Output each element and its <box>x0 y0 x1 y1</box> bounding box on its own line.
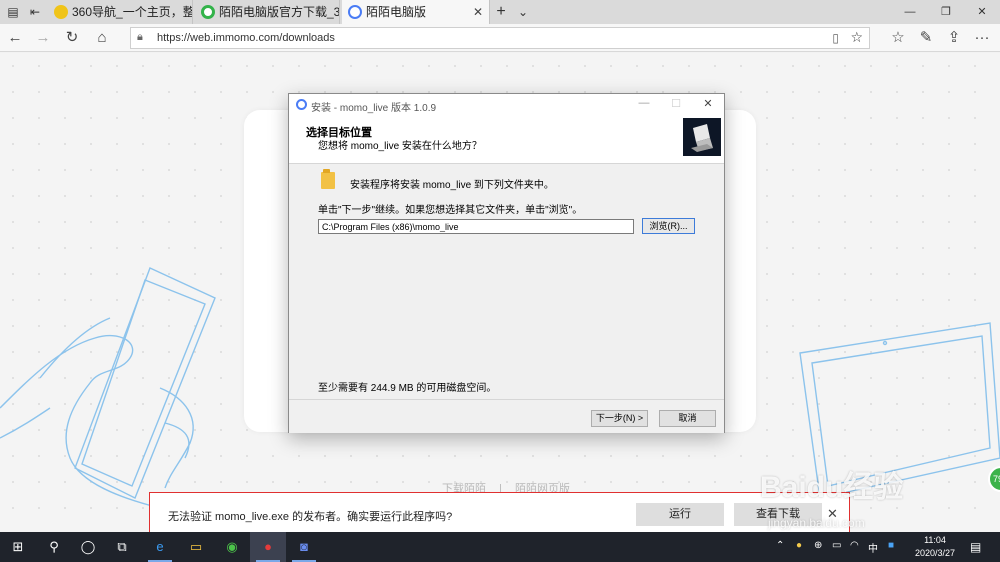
cortana-icon[interactable]: ◯ <box>70 532 106 562</box>
back-arrow-icon[interactable]: ← <box>5 28 25 48</box>
chevron-down-icon[interactable]: ⌄ <box>514 3 532 21</box>
task-view-icon[interactable]: ⧉ <box>104 532 140 562</box>
tab-label: 陌陌电脑版 <box>366 5 427 19</box>
download-notification-bar: 无法验证 momo_live.exe 的发布者。确实要运行此程序吗? 运行 查看… <box>149 492 850 535</box>
next-button[interactable]: 下一步(N) > <box>591 410 648 427</box>
qq-icon[interactable]: ■ <box>888 540 894 551</box>
installer-title: 安装 - momo_live 版本 1.0.9 <box>311 103 437 114</box>
web-note-pen-icon[interactable]: ✎ <box>916 28 936 48</box>
ime-indicator[interactable]: 中 <box>868 540 878 555</box>
360search-favicon-icon <box>201 5 215 19</box>
tab-label: 360导航_一个主页，整个世 <box>72 5 193 19</box>
plus-icon[interactable]: + <box>492 3 510 21</box>
share-icon[interactable]: ⇪ <box>944 28 964 48</box>
battery-icon[interactable]: ▭ <box>832 540 841 551</box>
tab-label: 陌陌电脑版官方下载_360搜 <box>219 5 340 19</box>
installer-header: 选择目标位置 您想将 momo_live 安装在什么地方？ <box>289 116 724 164</box>
install-folder-text: 安装程序将安装 momo_live 到下列文件夹中。 <box>350 180 554 191</box>
dialog-maximize-icon: ☐ <box>671 98 681 110</box>
favorite-star-icon[interactable]: ☆ <box>850 29 863 46</box>
cancel-button[interactable]: 取消 <box>659 410 716 427</box>
tray-usb-icon[interactable]: ⊕ <box>814 540 822 551</box>
action-center-icon[interactable]: ▤ <box>970 540 981 554</box>
tab-360-nav[interactable]: 360导航_一个主页，整个世 <box>48 0 193 24</box>
tab-momo-active[interactable]: 陌陌电脑版 ✕ <box>342 0 490 24</box>
baidu-jingyan-watermark: Baidu经验 jingyan.baidu.com <box>760 462 904 530</box>
url-text: https://web.immomo.com/downloads <box>157 32 335 44</box>
installer-dialog: 安装 - momo_live 版本 1.0.9 — ☐ ✕ 选择目标位置 您想将… <box>288 93 725 433</box>
maximize-icon[interactable]: ❐ <box>928 0 964 24</box>
set-aside-tabs-icon[interactable]: ⇤ <box>26 3 44 21</box>
minimize-icon[interactable]: — <box>892 0 928 24</box>
momo-taskbar-icon[interactable]: ◙ <box>286 532 322 562</box>
publisher-warning-message: 无法验证 momo_live.exe 的发布者。确实要运行此程序吗? <box>168 511 453 523</box>
file-explorer-icon[interactable]: ▭ <box>178 532 214 562</box>
taskbar-clock[interactable]: 11:04 2020/3/27 <box>910 534 960 560</box>
windows-start-icon[interactable]: ⊞ <box>0 532 36 562</box>
disk-space-text: 至少需要有 244.9 MB 的可用磁盘空间。 <box>318 383 497 394</box>
360-favicon-icon <box>54 5 68 19</box>
browser-nav-bar: ← → ↻ ⌂ 🔒︎ https://web.immomo.com/downlo… <box>0 24 1000 52</box>
run-button[interactable]: 运行 <box>636 503 724 526</box>
clock-date: 2020/3/27 <box>914 548 956 558</box>
close-icon[interactable]: ✕ <box>964 0 1000 24</box>
step-subheading: 您想将 momo_live 安装在什么地方？ <box>318 141 482 152</box>
installer-footer: 下一步(N) > 取消 <box>289 399 724 433</box>
address-bar[interactable]: 🔒︎ https://web.immomo.com/downloads ▯ ☆ <box>130 27 870 49</box>
browser-tab-bar: ▤ ⇤ 360导航_一个主页，整个世 陌陌电脑版官方下载_360搜 陌陌电脑版 … <box>0 0 1000 24</box>
lock-icon: 🔒︎ <box>137 31 143 43</box>
folder-icon <box>321 169 335 189</box>
reading-view-icon[interactable]: ▯ <box>832 31 839 45</box>
windows-taskbar: ⊞ ⚲ ◯ ⧉ e ▭ ◉ ● ◙ ⌃ ● ⊕ ▭ ◠ 中 ■ 11:04 20… <box>0 532 1000 562</box>
home-icon[interactable]: ⌂ <box>92 28 112 48</box>
edge-browser-icon[interactable]: e <box>142 532 178 562</box>
momo-app-icon <box>296 99 307 110</box>
install-instruction-text: 单击"下一步"继续。如果您想选择其它文件夹，单击"浏览"。 <box>318 205 583 216</box>
tray-expand-icon[interactable]: ⌃ <box>776 540 784 551</box>
wifi-icon[interactable]: ◠ <box>850 540 859 551</box>
favorites-icon[interactable]: ☆ <box>888 28 908 48</box>
refresh-icon[interactable]: ↻ <box>62 28 82 48</box>
tab-close-icon[interactable]: ✕ <box>473 0 483 24</box>
installer-computer-icon <box>683 118 721 156</box>
360-browser-icon[interactable]: ◉ <box>214 532 250 562</box>
install-path-input[interactable] <box>318 219 634 234</box>
tab-360-search[interactable]: 陌陌电脑版官方下载_360搜 <box>195 0 340 24</box>
game-app-icon[interactable]: ● <box>250 532 286 562</box>
more-menu-icon[interactable]: ··· <box>972 28 992 48</box>
tray-360-icon[interactable]: ● <box>796 540 802 551</box>
dialog-close-icon[interactable]: ✕ <box>700 97 716 110</box>
forward-arrow-icon[interactable]: → <box>33 28 53 48</box>
momo-favicon-icon <box>348 5 362 19</box>
search-icon[interactable]: ⚲ <box>36 532 72 562</box>
watermark-main: Baidu经验 <box>760 471 904 504</box>
installer-titlebar: 安装 - momo_live 版本 1.0.9 — ☐ ✕ <box>289 94 724 116</box>
dialog-minimize-icon[interactable]: — <box>636 97 652 109</box>
watermark-url: jingyan.baidu.com <box>768 516 865 530</box>
browse-button[interactable]: 浏览(R)... <box>642 218 695 234</box>
clock-time: 11:04 <box>924 535 946 545</box>
tab-manager-icon[interactable]: ▤ <box>4 3 22 21</box>
